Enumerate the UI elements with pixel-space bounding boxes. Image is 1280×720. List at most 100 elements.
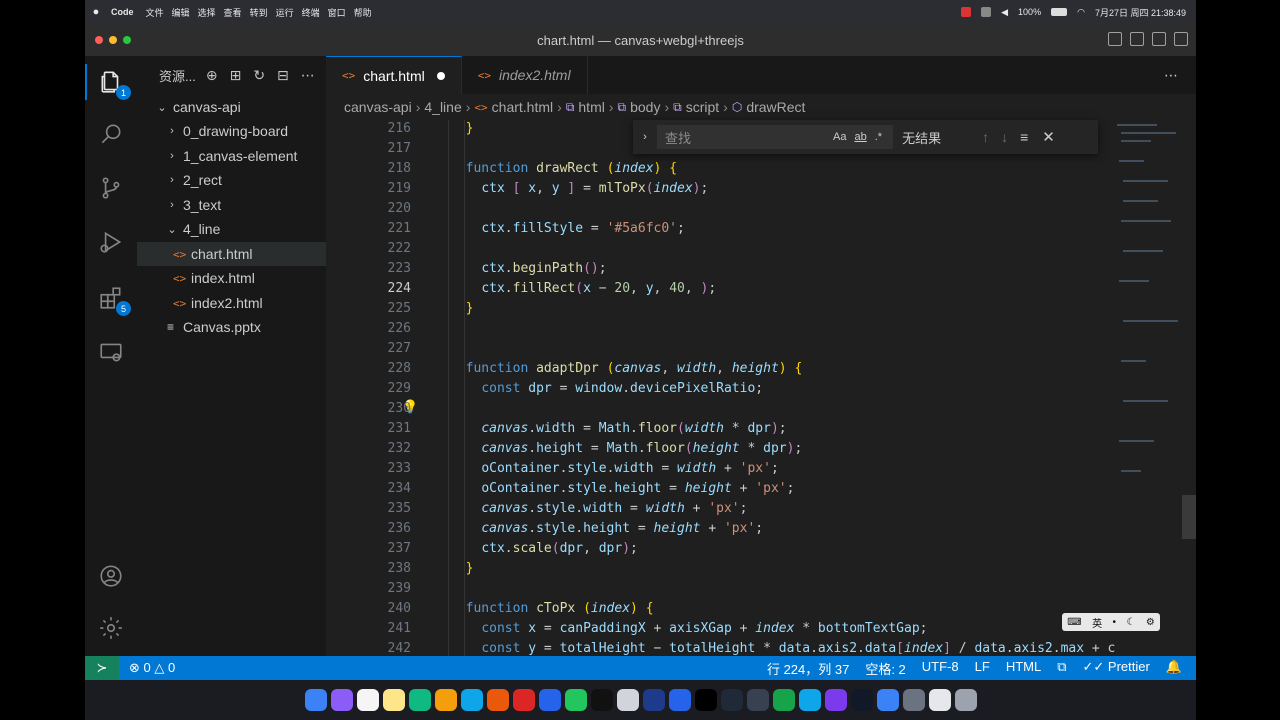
app-icon[interactable] — [798, 689, 821, 711]
settings-gear-icon[interactable] — [95, 612, 127, 644]
app-icon[interactable] — [720, 689, 743, 711]
menu-edit[interactable]: 编辑 — [172, 6, 198, 19]
menu-go[interactable]: 转到 — [250, 6, 276, 19]
wechat-icon[interactable] — [564, 689, 587, 711]
breadcrumb-item[interactable]: body — [630, 99, 660, 115]
end-of-line[interactable]: LF — [975, 659, 990, 678]
terminal-icon[interactable] — [850, 689, 873, 711]
app-icon[interactable] — [928, 689, 951, 711]
qq-icon[interactable] — [590, 689, 613, 711]
volume-icon[interactable]: ◀ — [1001, 7, 1008, 18]
live-preview-icon[interactable]: ⧉ — [1057, 659, 1066, 678]
vscode-icon[interactable] — [668, 689, 691, 711]
punctuation-icon[interactable]: • — [1112, 617, 1116, 628]
menu-run[interactable]: 运行 — [276, 6, 302, 19]
calendar-icon[interactable] — [356, 689, 379, 711]
apple-icon[interactable]: ● — [85, 6, 107, 18]
breadcrumb-item[interactable]: canvas-api — [344, 99, 412, 115]
status-icon[interactable] — [981, 7, 992, 17]
remote-indicator-icon[interactable]: ≻ — [85, 656, 119, 680]
tree-folder[interactable]: › 0_drawing-board — [137, 119, 326, 143]
tree-folder[interactable]: › 1_canvas-element — [137, 144, 326, 168]
collapse-all-icon[interactable]: ⊟ — [277, 67, 289, 84]
photoshop-icon[interactable] — [642, 689, 665, 711]
tree-folder-open[interactable]: ⌄ 4_line — [137, 217, 326, 241]
arrow-up-icon[interactable]: ↑ — [982, 129, 989, 145]
safari-icon[interactable] — [460, 689, 483, 711]
toggle-panel-icon[interactable] — [1130, 32, 1144, 46]
menu-terminal[interactable]: 终端 — [302, 6, 328, 19]
menu-file[interactable]: 文件 — [146, 6, 172, 19]
extensions-icon[interactable]: 5 — [95, 282, 131, 316]
vertical-scrollbar[interactable] — [1182, 495, 1196, 539]
system-settings-icon[interactable] — [902, 689, 925, 711]
moon-icon[interactable]: ☾ — [1126, 617, 1135, 628]
notifications-bell-icon[interactable]: 🔔 — [1166, 659, 1182, 678]
prettier-status[interactable]: ✓✓ Prettier — [1083, 659, 1150, 678]
find-in-selection-icon[interactable]: ≡ — [1020, 129, 1028, 145]
customize-layout-icon[interactable] — [1174, 32, 1188, 46]
whole-word-toggle[interactable]: ab — [854, 131, 866, 143]
minimize-window-button[interactable] — [109, 36, 117, 44]
webstorm-icon[interactable] — [694, 689, 717, 711]
app-icon[interactable] — [616, 689, 639, 711]
record-icon[interactable] — [961, 7, 972, 17]
close-icon[interactable]: ✕ — [1042, 128, 1055, 146]
toggle-sidebar-icon[interactable] — [1108, 32, 1122, 46]
language-mode[interactable]: HTML — [1006, 659, 1041, 678]
wifi-icon[interactable]: ◠ — [1077, 7, 1085, 18]
breadcrumb-item[interactable]: html — [578, 99, 604, 115]
app-icon[interactable] — [538, 689, 561, 711]
menu-app-name[interactable]: Code — [107, 7, 146, 17]
battery-label[interactable]: 100% — [1018, 7, 1041, 17]
code-editor[interactable]: 💡 216 } 217 218 function drawRect (index… — [326, 120, 1196, 656]
trash-icon[interactable] — [954, 689, 977, 711]
breadcrumb-item[interactable]: chart.html — [492, 99, 553, 115]
encoding[interactable]: UTF-8 — [922, 659, 959, 678]
notes-icon[interactable] — [382, 689, 405, 711]
source-control-icon[interactable] — [95, 172, 127, 204]
cursor-position[interactable]: 行 224，列 37 — [767, 659, 849, 678]
tree-file[interactable]: <> index.html — [137, 266, 326, 290]
run-debug-icon[interactable] — [95, 226, 127, 258]
tree-file-chart[interactable]: <> chart.html — [137, 242, 326, 266]
breadcrumb-item[interactable]: script — [686, 99, 719, 115]
tree-folder-root[interactable]: ⌄ canvas-api — [137, 95, 326, 119]
menu-help[interactable]: 帮助 — [354, 6, 380, 19]
chevron-right-icon[interactable]: › — [633, 131, 657, 143]
breadcrumb-item[interactable]: 4_line — [424, 99, 461, 115]
problems-indicator[interactable]: ⊗ 0 △ 0 — [129, 660, 175, 676]
app-icon[interactable] — [772, 689, 795, 711]
remote-explorer-icon[interactable] — [95, 336, 127, 368]
app-icon[interactable] — [512, 689, 535, 711]
tree-file[interactable]: ≡ Canvas.pptx — [137, 315, 326, 339]
breadcrumb-item[interactable]: drawRect — [746, 99, 805, 115]
ime-language[interactable]: 英 — [1092, 615, 1102, 630]
new-folder-icon[interactable]: ⊞ — [230, 67, 242, 84]
close-window-button[interactable] — [95, 36, 103, 44]
search-icon[interactable] — [95, 118, 127, 150]
tab-more-icon[interactable]: ⋯ — [1164, 56, 1196, 94]
minimap[interactable] — [1115, 120, 1185, 500]
toggle-secondary-sidebar-icon[interactable] — [1152, 32, 1166, 46]
unsaved-dot-icon[interactable] — [436, 71, 445, 80]
tab-index2-html[interactable]: <> index2.html — [462, 56, 588, 94]
match-case-toggle[interactable]: Aa — [833, 131, 846, 143]
finder-icon[interactable] — [304, 689, 327, 711]
chrome-dev-icon[interactable] — [408, 689, 431, 711]
app-store-icon[interactable] — [876, 689, 899, 711]
account-icon[interactable] — [95, 560, 127, 592]
zoom-window-button[interactable] — [123, 36, 131, 44]
tab-chart-html[interactable]: <> chart.html — [326, 56, 462, 94]
arrow-down-icon[interactable]: ↓ — [1001, 129, 1008, 145]
launchpad-icon[interactable] — [330, 689, 353, 711]
more-actions-icon[interactable]: ⋯ — [301, 67, 315, 84]
refresh-icon[interactable]: ↻ — [253, 67, 265, 84]
menu-selection[interactable]: 选择 — [198, 6, 224, 19]
goland-icon[interactable] — [746, 689, 769, 711]
tree-folder[interactable]: › 3_text — [137, 193, 326, 217]
keyboard-icon[interactable]: ⌨ — [1067, 617, 1081, 628]
regex-toggle[interactable]: .* — [875, 131, 882, 143]
new-file-icon[interactable]: ⊕ — [206, 67, 218, 84]
ime-toolbar[interactable]: ⌨ 英 • ☾ ⚙ — [1062, 613, 1160, 631]
